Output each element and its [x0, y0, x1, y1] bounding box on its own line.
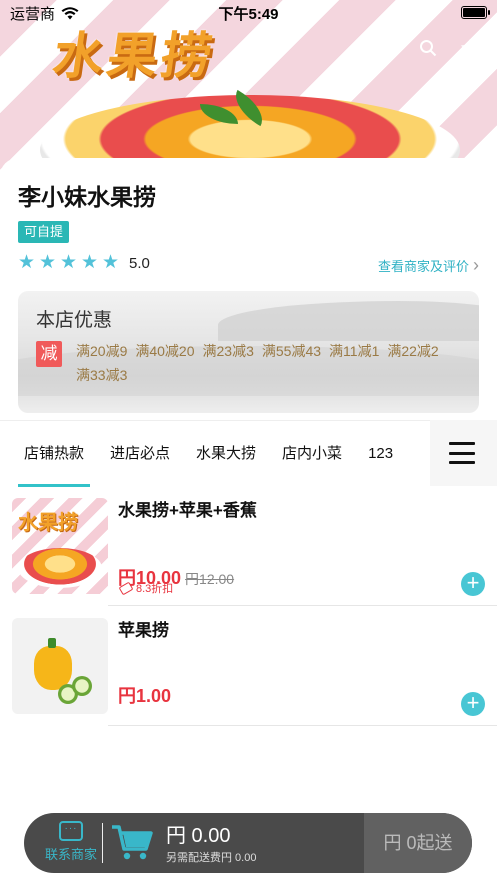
- store-promotions: 本店优惠 减 满20减9 满40减20 满23减3 满55减43 满11减1 满…: [18, 291, 479, 413]
- tab-store-hot[interactable]: 店铺热款: [17, 421, 91, 487]
- tab-must-order[interactable]: 进店必点: [110, 421, 170, 487]
- menu-icon[interactable]: [449, 442, 475, 464]
- discount-label: 8.3折扣: [136, 583, 174, 595]
- current-price: 円1.00: [118, 686, 172, 706]
- cart-total: 円 0.00: [166, 825, 231, 847]
- view-merchant-label: 查看商家及评价: [377, 259, 469, 274]
- discount-item: 满40减20: [135, 343, 195, 359]
- rating-stars: ★ ★ ★ ★ ★ 5.0: [18, 252, 150, 273]
- product-item[interactable]: 水果捞 水果捞+苹果+香蕉 円10.00 円12.00 8.3折扣 +: [0, 488, 497, 608]
- discount-item: 满33减3: [76, 367, 128, 383]
- contact-merchant-button[interactable]: ··· 联系商家: [40, 821, 102, 863]
- back-icon[interactable]: [10, 36, 34, 60]
- star-icon: ★: [81, 252, 99, 273]
- thumbnail-logo-text: 水果捞: [18, 512, 78, 534]
- delivery-fee: 另需配送费円 0.00: [166, 852, 257, 864]
- discount-badge: 减: [36, 341, 62, 367]
- promotions-title: 本店优惠: [36, 310, 113, 331]
- divider: [108, 725, 497, 726]
- cart-bar: ··· 联系商家 円 0.00 另需配送费円 0.00 円 0起送: [24, 813, 472, 873]
- discount-item: 满23减3: [202, 343, 254, 359]
- product-thumbnail: 水果捞: [12, 498, 108, 594]
- store-name: 李小妹水果捞: [18, 184, 156, 210]
- shopping-cart-icon[interactable]: [110, 823, 154, 861]
- discount-list: 满20减9 满40减20 满23减3 满55减43 满11减1 满22减2 满3…: [76, 341, 456, 385]
- product-name: 苹果捞: [118, 621, 169, 640]
- chevron-right-icon: ›: [473, 255, 479, 275]
- add-to-cart-button[interactable]: +: [461, 572, 485, 596]
- search-icon[interactable]: [416, 36, 440, 60]
- discount-info: 8.3折扣: [118, 580, 174, 596]
- status-bar: 运营商 下午5:49: [0, 0, 497, 26]
- mountain-decoration: [218, 301, 479, 341]
- battery-icon: [461, 6, 490, 19]
- contact-merchant-label: 联系商家: [44, 847, 97, 862]
- store-banner: 水果捞: [0, 0, 497, 180]
- rating-value: 5.0: [129, 254, 150, 272]
- tab-side-dishes[interactable]: 店内小菜: [282, 421, 342, 487]
- pickup-badge: 可自提: [18, 221, 70, 243]
- product-item[interactable]: 苹果捞 円1.00 +: [0, 608, 497, 728]
- tag-icon: [118, 581, 134, 595]
- banner-title: 水果捞: [49, 27, 220, 85]
- wifi-icon: [61, 6, 79, 19]
- carrier-label: 运营商: [10, 5, 56, 23]
- view-merchant-link[interactable]: 查看商家及评价 ›: [378, 255, 479, 276]
- category-tabs: 店铺热款 进店必点 水果大捞 店内小菜 123: [0, 420, 497, 487]
- tab-123[interactable]: 123: [368, 421, 393, 487]
- divider: [108, 605, 497, 606]
- discount-item: 满11减1: [329, 343, 380, 359]
- star-icon: ★: [18, 252, 36, 273]
- tab-fruit-big[interactable]: 水果大捞: [196, 421, 256, 487]
- product-thumbnail: [12, 618, 108, 714]
- product-name: 水果捞+苹果+香蕉: [118, 501, 257, 520]
- store-info-card: 李小妹水果捞 可自提 ★ ★ ★ ★ ★ 5.0 查看商家及评价 › 本店优惠 …: [0, 158, 497, 420]
- star-icon: ★: [60, 252, 78, 273]
- divider: [102, 823, 103, 863]
- star-icon: ★: [102, 252, 120, 273]
- star-icon: ★: [39, 252, 57, 273]
- discount-item: 满20减9: [76, 343, 128, 359]
- discount-item: 满22减2: [387, 343, 439, 359]
- favorite-star-icon[interactable]: [458, 36, 482, 60]
- chat-icon: ···: [59, 821, 83, 841]
- discount-item: 满55减43: [261, 343, 322, 359]
- min-order-button[interactable]: 円 0起送: [364, 813, 472, 873]
- original-price: 円12.00: [185, 571, 235, 587]
- product-price: 円1.00: [118, 682, 171, 708]
- add-to-cart-button[interactable]: +: [461, 692, 485, 716]
